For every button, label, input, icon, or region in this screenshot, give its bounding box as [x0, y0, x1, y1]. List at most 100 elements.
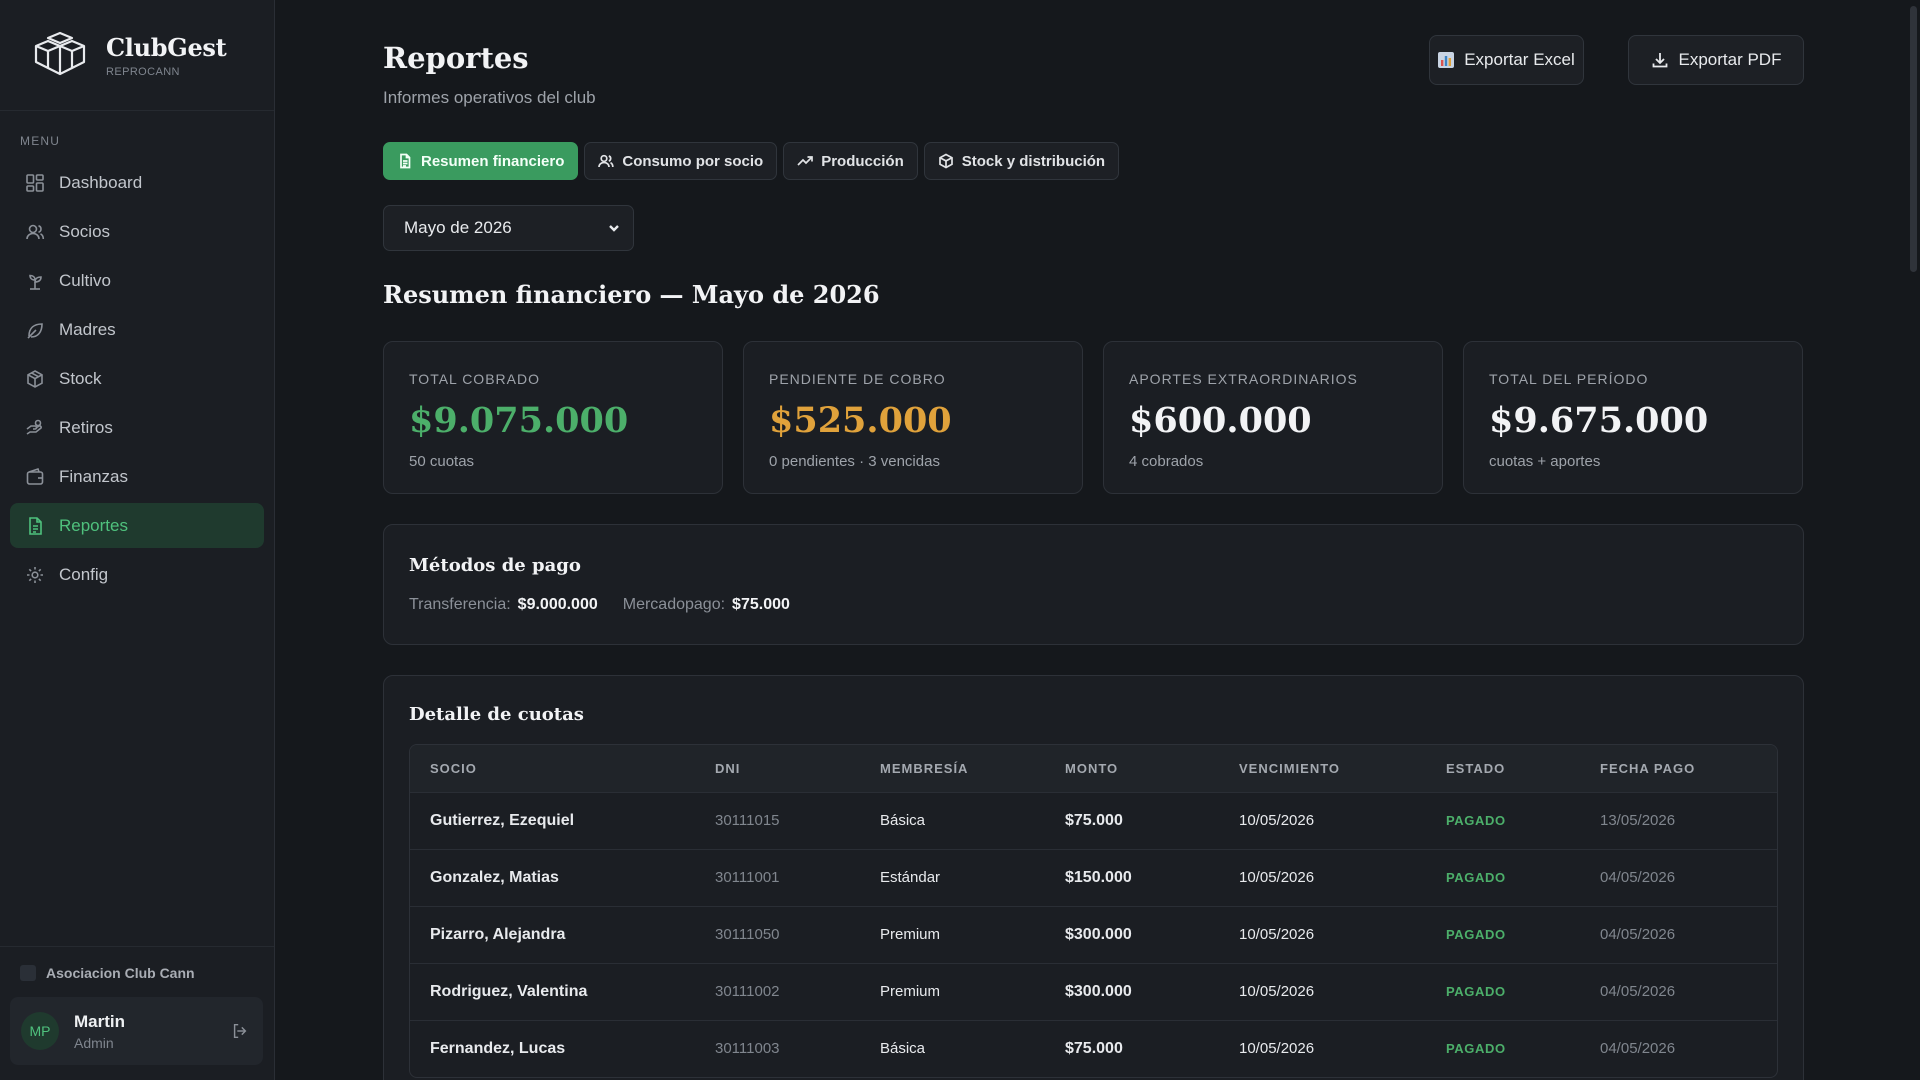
sidebar-item-retiros[interactable]: Retiros	[10, 405, 264, 450]
logout-icon[interactable]	[231, 1022, 249, 1040]
cell-membresia: Premium	[880, 926, 941, 943]
kpi-label: APORTES EXTRAORDINARIOS	[1129, 371, 1358, 387]
user-role: Admin	[74, 1034, 114, 1051]
brand[interactable]: ClubGest REPROCANN	[0, 0, 274, 111]
payment-methods-title: Métodos de pago	[409, 555, 581, 576]
kpi-cards: TOTAL COBRADO $9.075.000 50 cuotas PENDI…	[383, 341, 1803, 494]
cell-dni: 30111002	[715, 983, 780, 1000]
sidebar-item-stock[interactable]: Stock	[10, 356, 264, 401]
sidebar-item-finanzas[interactable]: Finanzas	[10, 454, 264, 499]
kpi-label: PENDIENTE DE COBRO	[769, 371, 946, 387]
kpi-total-cobrado: TOTAL COBRADO $9.075.000 50 cuotas	[383, 341, 723, 494]
tab-label: Stock y distribución	[961, 152, 1106, 170]
status-badge: PAGADO	[1446, 927, 1506, 942]
tab-resumen-financiero[interactable]: Resumen financiero	[383, 142, 579, 180]
download-icon	[1651, 51, 1669, 69]
cell-dni: 30111015	[715, 812, 780, 829]
chevron-down-icon	[609, 225, 619, 232]
column-header: SOCIO	[430, 760, 477, 776]
trending-up-icon	[797, 156, 814, 166]
page-subtitle: Informes operativos del club	[383, 88, 596, 107]
cell-monto: $300.000	[1065, 982, 1132, 1000]
table-row[interactable]: Fernandez, Lucas 30111003 Básica $75.000…	[410, 1020, 1777, 1077]
tab-label: Producción	[821, 152, 904, 170]
sidebar-item-reportes[interactable]: Reportes	[10, 503, 264, 548]
column-header: FECHA PAGO	[1600, 760, 1696, 776]
kpi-total-periodo: TOTAL DEL PERÍODO $9.675.000 cuotas + ap…	[1463, 341, 1803, 494]
sidebar-footer: Asociacion Club Cann MP Martin Admin	[0, 946, 274, 1080]
tab-stock-distribucion[interactable]: Stock y distribución	[923, 142, 1120, 180]
cell-membresia: Premium	[880, 983, 941, 1000]
tab-produccion[interactable]: Producción	[783, 142, 918, 180]
gear-icon	[27, 566, 43, 583]
cell-vencimiento: 10/05/2026	[1239, 869, 1315, 886]
cell-socio: Pizarro, Alejandra	[430, 925, 566, 943]
cell-membresia: Básica	[880, 812, 926, 829]
org-selector[interactable]: Asociacion Club Cann	[20, 965, 274, 981]
table-row[interactable]: Rodriguez, Valentina 30111002 Premium $3…	[410, 963, 1777, 1020]
fee-detail-table: SOCIO DNI MEMBRESÍA MONTO VENCIMIENTO ES…	[409, 744, 1778, 1078]
status-badge: PAGADO	[1446, 813, 1506, 828]
page-title: Reportes	[383, 41, 529, 75]
user-card[interactable]: MP Martin Admin	[10, 997, 263, 1065]
package-icon	[938, 153, 953, 169]
payment-methods-list: Transferencia: $9.000.000 Mercadopago: $…	[409, 596, 815, 614]
sidebar-item-cultivo[interactable]: Cultivo	[10, 258, 264, 303]
cell-vencimiento: 10/05/2026	[1239, 926, 1315, 943]
fee-detail-card: Detalle de cuotas SOCIO DNI MEMBRESÍA MO…	[383, 675, 1804, 1080]
cell-vencimiento: 10/05/2026	[1239, 812, 1315, 829]
sidebar-item-madres[interactable]: Madres	[10, 307, 264, 352]
sidebar-item-dashboard[interactable]: Dashboard	[10, 160, 264, 205]
cell-fecha-pago: 13/05/2026	[1600, 812, 1676, 829]
sidebar: ClubGest REPROCANN MENU Dashboard Socios…	[0, 0, 275, 1080]
org-logo-icon	[20, 965, 36, 981]
status-badge: PAGADO	[1446, 1041, 1506, 1057]
status-badge: PAGADO	[1446, 870, 1506, 885]
menu-label: MENU	[20, 134, 61, 148]
sidebar-item-config[interactable]: Config	[10, 552, 264, 597]
report-tabs: Resumen financiero Consumo por socio Pro…	[383, 142, 1120, 180]
brand-subtitle: REPROCANN	[106, 65, 180, 78]
scrollbar-thumb[interactable]	[1910, 6, 1917, 272]
sidebar-item-label: Dashboard	[59, 172, 143, 192]
table-row[interactable]: Gutierrez, Ezequiel 30111015 Básica $75.…	[410, 792, 1777, 849]
wallet-icon	[26, 467, 44, 485]
sidebar-item-socios[interactable]: Socios	[10, 209, 264, 254]
leaf-icon	[27, 322, 43, 339]
org-name: Asociacion Club Cann	[46, 965, 195, 981]
hand-icon	[26, 419, 42, 435]
sidebar-item-label: Madres	[59, 319, 116, 339]
sidebar-item-label: Socios	[59, 221, 111, 241]
period-select-value: Mayo de 2026	[404, 218, 512, 237]
kpi-pendiente-cobro: PENDIENTE DE COBRO $525.000 0 pendientes…	[743, 341, 1083, 494]
cell-fecha-pago: 04/05/2026	[1600, 983, 1676, 1000]
cube-logo-icon	[34, 31, 86, 76]
tab-label: Resumen financiero	[421, 152, 565, 170]
method-label: Mercadopago:	[622, 596, 726, 613]
kpi-value: $9.675.000	[1489, 400, 1709, 441]
table-row[interactable]: Gonzalez, Matias 30111001 Estándar $150.…	[410, 849, 1777, 906]
method-value: $75.000	[732, 596, 790, 613]
column-header: MONTO	[1065, 760, 1119, 776]
table-row[interactable]: Pizarro, Alejandra 30111050 Premium $300…	[410, 906, 1777, 963]
kpi-subtext: cuotas + aportes	[1489, 453, 1601, 470]
kpi-label: TOTAL DEL PERÍODO	[1489, 371, 1649, 387]
brand-name: ClubGest	[106, 32, 227, 62]
method-label: Transferencia:	[409, 596, 511, 613]
cell-socio: Fernandez, Lucas	[430, 1039, 566, 1057]
sprout-icon	[29, 274, 42, 290]
column-header: VENCIMIENTO	[1239, 760, 1341, 776]
export-excel-button[interactable]: Exportar Excel	[1429, 35, 1584, 85]
sidebar-item-label: Retiros	[59, 417, 113, 437]
tab-consumo-por-socio[interactable]: Consumo por socio	[584, 142, 778, 180]
section-title: Resumen financiero — Mayo de 2026	[383, 280, 880, 309]
kpi-aportes-extraordinarios: APORTES EXTRAORDINARIOS $600.000 4 cobra…	[1103, 341, 1443, 494]
column-header: DNI	[715, 760, 741, 776]
export-pdf-button[interactable]: Exportar PDF	[1628, 35, 1804, 85]
period-select[interactable]: Mayo de 2026	[383, 205, 634, 251]
page-scrollbar[interactable]	[1906, 0, 1920, 1080]
users-icon	[598, 154, 615, 168]
cell-monto: $75.000	[1065, 1039, 1123, 1057]
cell-monto: $150.000	[1065, 868, 1132, 886]
report-icon	[29, 516, 42, 535]
